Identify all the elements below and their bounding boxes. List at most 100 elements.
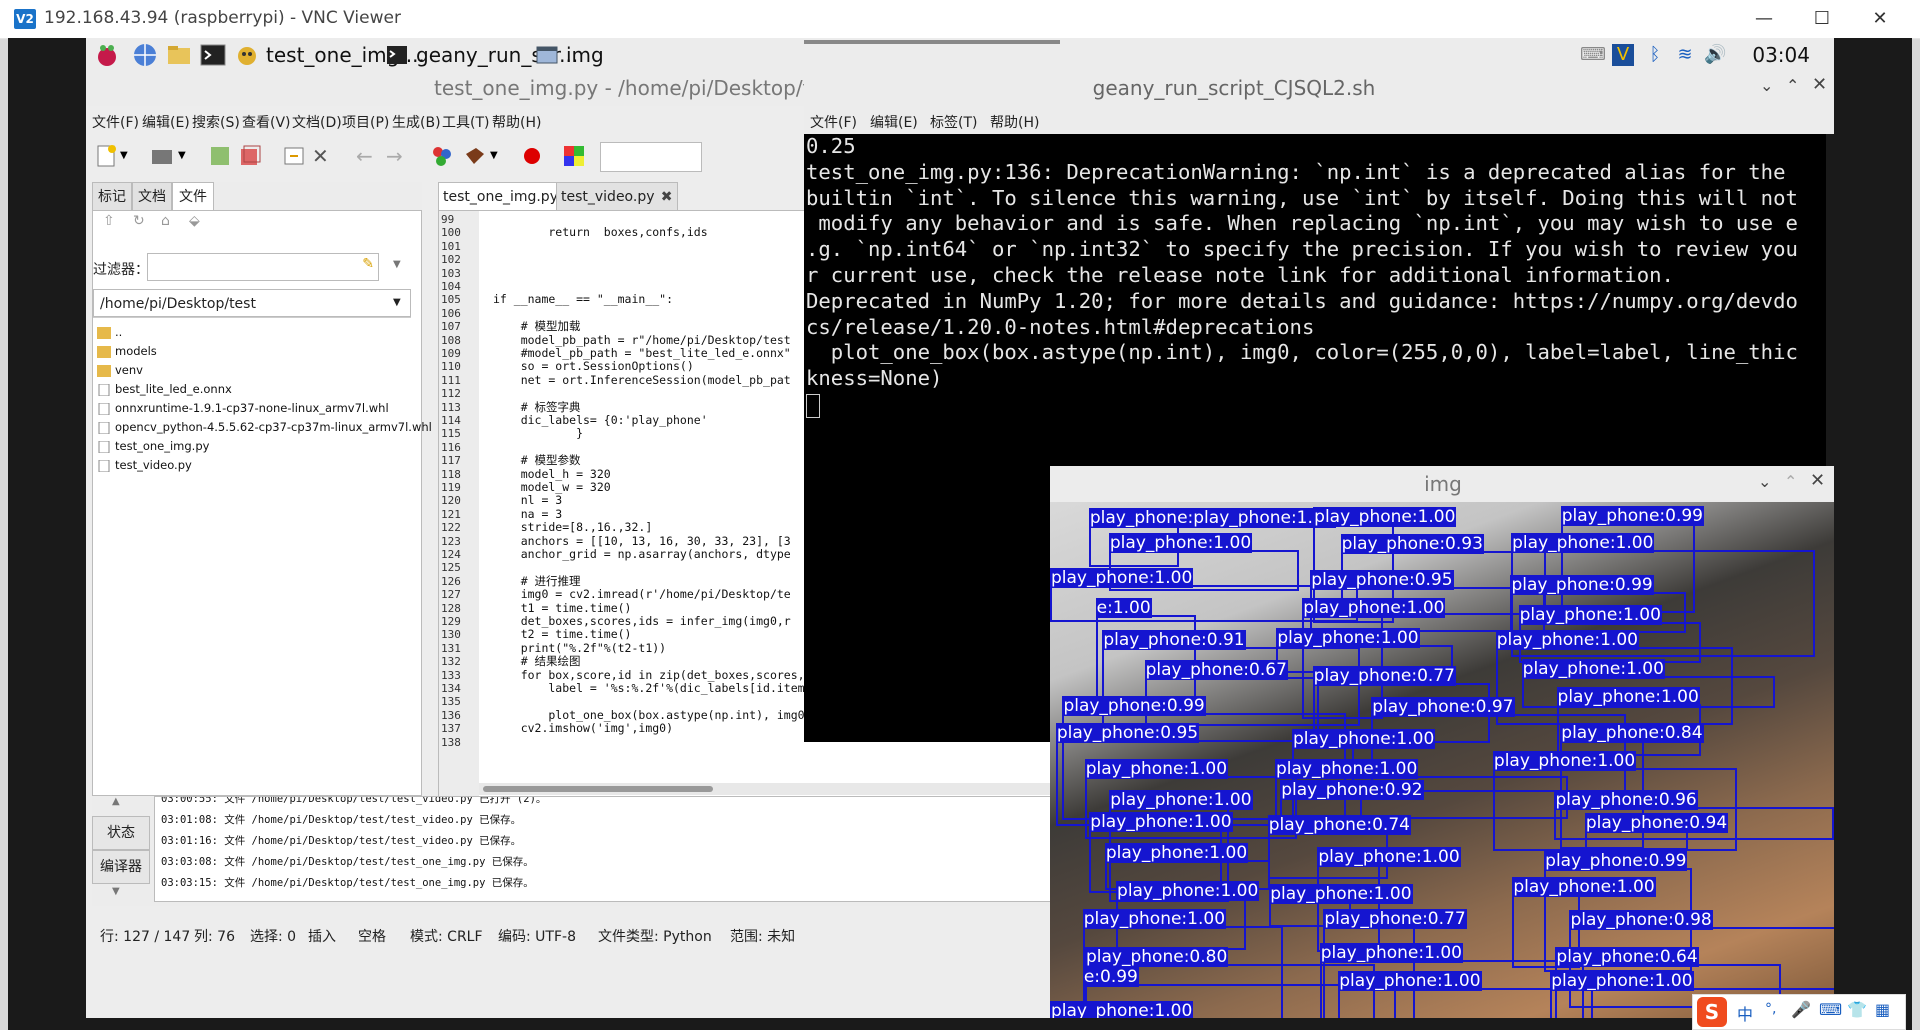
tab-test-video[interactable]: test_video.py ✖ — [556, 182, 678, 211]
terminal-icon[interactable] — [200, 42, 226, 68]
color-chooser-icon[interactable] — [562, 144, 586, 168]
keyboard-icon[interactable]: ⌨ — [1819, 1000, 1842, 1019]
file-row[interactable]: onnxruntime-1.9.1-cp37-none-linux_armv7l… — [97, 399, 389, 418]
vnc-logo-icon: V2 — [14, 9, 36, 29]
vnc-tray-icon[interactable]: V — [1612, 44, 1634, 66]
chevron-down-icon[interactable]: ▼ — [490, 144, 514, 168]
compile-icon[interactable] — [430, 144, 454, 168]
maximize-button[interactable]: ☐ — [1800, 4, 1844, 34]
sogou-logo-icon[interactable]: S — [1697, 997, 1727, 1027]
clear-icon[interactable]: ✎ — [362, 256, 374, 272]
file-row[interactable]: test_one_img.py — [97, 437, 209, 456]
chevron-down-icon[interactable]: ▼ — [393, 259, 401, 270]
detection-label: play_phone:1.00 — [1319, 943, 1463, 964]
stop-icon[interactable] — [520, 144, 544, 168]
detection-label-text: play_phone:0.99 — [1560, 505, 1704, 526]
toolbox-icon[interactable]: ▦ — [1875, 1000, 1890, 1019]
detection-label-text: e:1.00 — [1095, 597, 1152, 618]
file-row[interactable]: models — [97, 342, 157, 361]
chevron-up-icon[interactable]: ⌃ — [1784, 472, 1797, 491]
up-arrow-icon[interactable]: ⇧ — [103, 213, 115, 229]
detection-label: play_phone:1.00 — [1511, 532, 1655, 553]
tab-documents[interactable]: 文档 — [132, 182, 172, 211]
file-row[interactable]: opencv_python-4.5.5.62-cp37-cp37m-linux_… — [97, 418, 432, 437]
detection-label: play_phone:1.00 — [1108, 532, 1253, 553]
menu-help[interactable]: 帮助(H) — [492, 112, 541, 132]
detection-label: play_phone:0.99 — [1560, 505, 1704, 526]
clock[interactable]: 03:04 — [1752, 40, 1810, 70]
back-arrow-icon[interactable]: ← — [356, 144, 380, 168]
file-browser-panel: ⇧ ↻ ⌂ ⬙ 过滤器： ✎ ▼ /home/pi/Desktop/test ▼… — [92, 210, 432, 796]
path-combo[interactable]: /home/pi/Desktop/test — [93, 289, 411, 317]
menu-file[interactable]: 文件(F) — [92, 112, 139, 132]
file-manager-icon[interactable] — [166, 42, 192, 68]
new-file-icon[interactable] — [94, 144, 118, 168]
save-all-icon[interactable] — [238, 144, 262, 168]
menu-edit[interactable]: 编辑(E) — [142, 112, 190, 132]
close-icon[interactable]: ✕ — [1810, 470, 1825, 491]
punctuation-icon[interactable]: °, — [1765, 1001, 1776, 1017]
home-icon[interactable]: ⌂ — [161, 213, 170, 229]
menu-help[interactable]: 帮助(H) — [990, 112, 1039, 132]
menu-tools[interactable]: 工具(T) — [442, 112, 489, 132]
close-button[interactable]: ✕ — [1858, 4, 1902, 34]
tab-status[interactable]: 状态 — [92, 816, 150, 850]
wifi-icon[interactable]: ≋ — [1674, 44, 1696, 66]
chevron-down-icon[interactable]: ▼ — [393, 297, 401, 308]
volume-icon[interactable]: 🔊 — [1704, 44, 1726, 66]
up-arrow-icon[interactable]: ▲ — [112, 796, 120, 807]
tab-symbols[interactable]: 标记 — [92, 182, 132, 211]
chevron-up-icon[interactable]: ⌃ — [1786, 76, 1799, 95]
save-icon[interactable] — [208, 144, 232, 168]
search-input[interactable] — [600, 142, 702, 172]
close-icon[interactable]: ✕ — [1812, 74, 1827, 95]
detection-label: play_phone:0.98 — [1569, 909, 1713, 930]
detection-label: play_phone:1.00 — [1089, 811, 1233, 832]
file-row[interactable]: best_lite_led_e.onnx — [97, 380, 232, 399]
close-file-icon[interactable]: ✕ — [312, 144, 336, 168]
build-icon[interactable] — [462, 144, 486, 168]
revert-icon[interactable] — [282, 144, 306, 168]
task-img[interactable]: img — [534, 40, 604, 70]
ime-language-toggle[interactable]: 中 — [1737, 1001, 1753, 1025]
line-number: 116 — [441, 440, 461, 454]
chevron-down-icon[interactable]: ⌄ — [1760, 76, 1773, 95]
close-icon[interactable]: ✖ — [661, 183, 673, 211]
raspberry-menu-icon[interactable] — [94, 42, 120, 68]
open-file-icon[interactable] — [150, 144, 174, 168]
tab-files[interactable]: 文件 — [172, 182, 214, 211]
minimize-button[interactable]: — — [1742, 4, 1786, 34]
detection-label-text: play_phone:1.00 — [1050, 1001, 1194, 1018]
detection-label-text: play_phone:0.98 — [1569, 909, 1713, 930]
scroll-thumb[interactable] — [483, 786, 713, 792]
chevron-down-icon[interactable]: ⌄ — [1758, 472, 1771, 491]
menu-search[interactable]: 搜索(S) — [192, 112, 240, 132]
tab-compiler[interactable]: 编译器 — [92, 850, 150, 884]
file-row[interactable]: test_video.py — [97, 456, 192, 475]
menu-file[interactable]: 文件(F) — [810, 112, 857, 132]
set-path-icon[interactable]: ⬙ — [189, 213, 200, 229]
filter-input[interactable]: ✎ — [147, 253, 379, 281]
chevron-down-icon[interactable]: ▼ — [120, 144, 144, 168]
file-row[interactable]: .. — [97, 323, 122, 342]
microphone-icon[interactable]: 🎤 — [1791, 1000, 1811, 1019]
menu-view[interactable]: 查看(V) — [242, 112, 291, 132]
browser-icon[interactable] — [132, 42, 158, 68]
file-row[interactable]: venv — [97, 361, 143, 380]
detection-label: play_phone:1.00 — [1512, 876, 1656, 897]
menu-edit[interactable]: 编辑(E) — [870, 112, 918, 132]
refresh-icon[interactable]: ↻ — [133, 213, 145, 229]
skin-icon[interactable]: 👕 — [1847, 1000, 1867, 1019]
chevron-down-icon[interactable]: ▼ — [178, 144, 202, 168]
forward-arrow-icon[interactable]: → — [386, 144, 410, 168]
keyboard-tray-icon[interactable]: ⌨ — [1580, 44, 1606, 66]
menu-document[interactable]: 文档(D) — [292, 112, 342, 132]
menu-tabs[interactable]: 标签(T) — [930, 112, 977, 132]
terminal-line: Deprecated in NumPy 1.20; for more detai… — [806, 288, 1798, 313]
down-arrow-icon[interactable]: ▼ — [112, 886, 120, 897]
code-line: img0 = cv2.imread(r'/home/pi/Desktop/te — [493, 587, 791, 602]
menu-build[interactable]: 生成(B) — [392, 112, 441, 132]
bluetooth-icon[interactable]: ᛒ — [1644, 44, 1666, 66]
menu-project[interactable]: 项目(P) — [342, 112, 389, 132]
code-line: na = 3 — [493, 506, 563, 521]
